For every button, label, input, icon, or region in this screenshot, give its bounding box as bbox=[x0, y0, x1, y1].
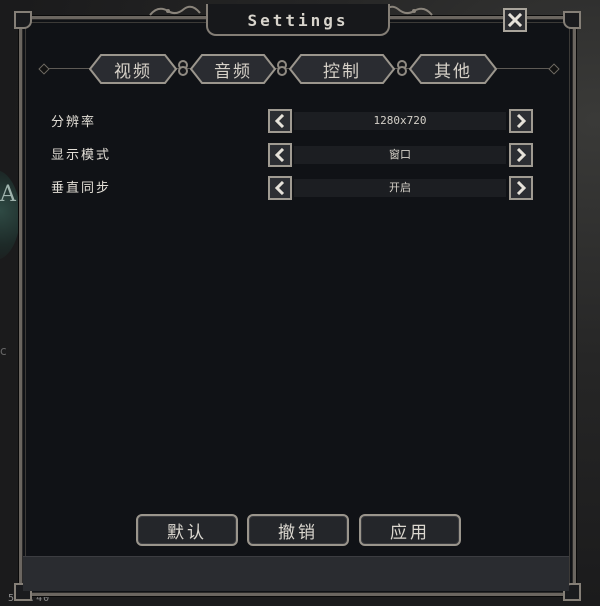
resolution-label: 分辨率 bbox=[51, 115, 97, 130]
background-mark: c bbox=[0, 344, 7, 358]
tab-audio[interactable]: 音频 bbox=[190, 54, 276, 84]
close-button[interactable] bbox=[503, 8, 527, 32]
chevron-right-icon bbox=[516, 148, 527, 162]
vsync-prev-button[interactable] bbox=[268, 176, 292, 200]
tab-controls[interactable]: 控制 bbox=[289, 54, 395, 84]
tab-other-label: 其他 bbox=[434, 61, 472, 82]
footer-strip bbox=[23, 556, 569, 591]
resolution-prev-button[interactable] bbox=[268, 109, 292, 133]
display-mode-label: 显示模式 bbox=[51, 148, 112, 163]
tab-separator-icon bbox=[395, 60, 409, 76]
chevron-left-icon bbox=[274, 114, 285, 128]
resolution-value: 1280x720 bbox=[294, 112, 506, 130]
resolution-next-button[interactable] bbox=[509, 109, 533, 133]
title-plate: Settings bbox=[206, 4, 390, 36]
title-ornament-left-icon bbox=[148, 3, 202, 19]
display-mode-value: 窗口 bbox=[294, 146, 506, 164]
settings-panel bbox=[14, 11, 581, 601]
apply-button[interactable]: 应用 bbox=[359, 514, 461, 546]
tab-video-label: 视频 bbox=[114, 61, 152, 82]
close-icon bbox=[507, 12, 523, 28]
background-letter: A bbox=[0, 182, 16, 207]
tab-separator-icon bbox=[275, 60, 289, 76]
window-title: Settings bbox=[247, 11, 349, 30]
frame-corner bbox=[14, 11, 32, 29]
chevron-left-icon bbox=[274, 148, 285, 162]
tab-audio-label: 音频 bbox=[214, 61, 252, 82]
tab-video[interactable]: 视频 bbox=[89, 54, 177, 84]
default-button[interactable]: 默认 bbox=[136, 514, 238, 546]
display-mode-prev-button[interactable] bbox=[268, 143, 292, 167]
display-mode-next-button[interactable] bbox=[509, 143, 533, 167]
chevron-right-icon bbox=[516, 181, 527, 195]
frame-corner bbox=[563, 11, 581, 29]
chevron-right-icon bbox=[516, 114, 527, 128]
tab-controls-label: 控制 bbox=[323, 61, 361, 82]
vsync-next-button[interactable] bbox=[509, 176, 533, 200]
chevron-left-icon bbox=[274, 181, 285, 195]
undo-button[interactable]: 撤销 bbox=[247, 514, 349, 546]
tab-separator-icon bbox=[176, 60, 190, 76]
vsync-label: 垂直同步 bbox=[51, 181, 112, 196]
tab-other[interactable]: 其他 bbox=[409, 54, 497, 84]
vsync-value: 开启 bbox=[294, 179, 506, 197]
